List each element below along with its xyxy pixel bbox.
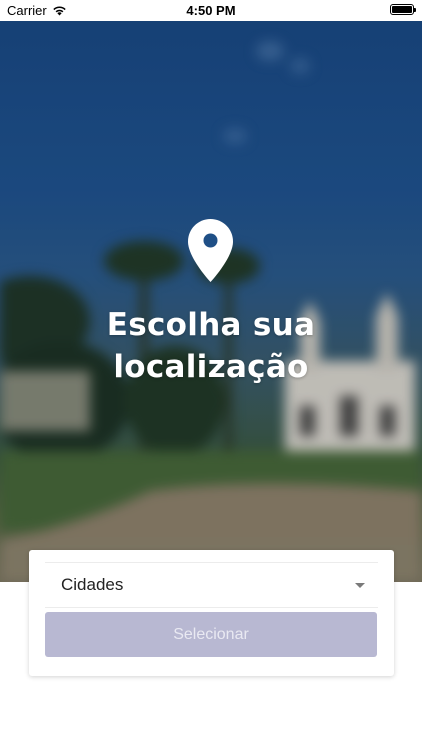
location-pin-icon [188,219,233,282]
chevron-down-icon [355,583,365,588]
title-line-1: Escolha sua [106,307,316,343]
title-line-2: localização [113,349,309,385]
city-select[interactable]: Cidades [45,562,378,608]
page-title: Escolha sua localização [0,304,422,388]
location-card: Cidades Selecionar [29,550,394,676]
battery-icon [390,4,416,15]
city-select-value: Cidades [61,575,124,594]
status-bar: Carrier 4:50 PM [0,0,422,21]
hero-background: Escolha sua localização [0,21,422,582]
select-button[interactable]: Selecionar [45,612,377,657]
status-time: 4:50 PM [186,3,236,18]
status-right [390,4,416,15]
hero-overlay [0,21,422,582]
